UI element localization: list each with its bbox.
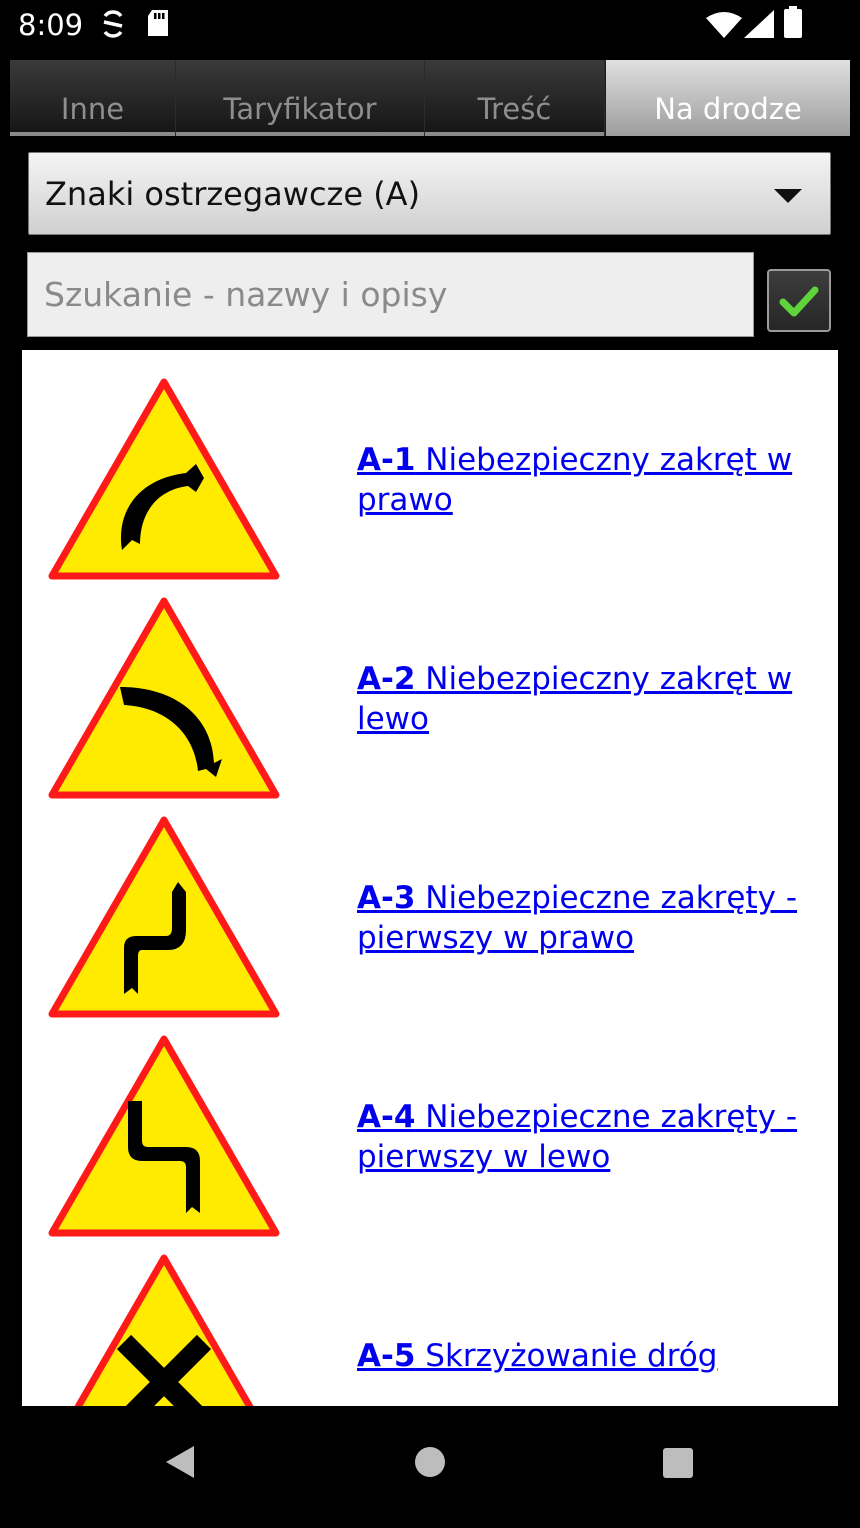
navigation-bar	[0, 1406, 860, 1528]
tab-label: Na drodze	[654, 92, 802, 126]
tab-label: Inne	[60, 92, 125, 126]
home-icon[interactable]	[414, 1446, 446, 1478]
tab-label: Taryfikator	[223, 92, 377, 126]
status-bar: 8:09	[0, 0, 860, 50]
back-icon[interactable]	[164, 1444, 196, 1480]
recents-icon[interactable]	[662, 1447, 694, 1479]
wifi-icon	[706, 12, 742, 38]
sign-link[interactable]: A-1 Niebezpieczny zakręt w prawo	[357, 440, 807, 520]
sign-link[interactable]: A-3 Niebezpieczne zakręty - pierwszy w p…	[357, 878, 807, 958]
sign-a2-left-curve-icon	[48, 597, 280, 799]
status-time: 8:09	[18, 8, 84, 42]
tab-label: Treść	[477, 92, 552, 126]
list-item: A-1 Niebezpieczny zakręt w prawo	[22, 350, 838, 580]
dropdown-arrow-icon	[774, 189, 802, 203]
tab-na-drodze[interactable]: Na drodze	[606, 60, 850, 136]
checkmark-icon	[779, 286, 819, 316]
sync-icon	[103, 10, 123, 38]
tab-taryfikator[interactable]: Taryfikator	[176, 60, 425, 136]
list-item: A-3 Niebezpieczne zakręty - pierwszy w p…	[22, 788, 838, 1018]
category-dropdown-value: Znaki ostrzegawcze (A)	[45, 175, 421, 213]
sign-link[interactable]: A-5 Skrzyżowanie dróg	[357, 1336, 807, 1376]
sign-a5-crossroads-icon	[74, 1254, 254, 1406]
sign-a1-right-curve-icon	[48, 378, 280, 580]
sign-a3-double-curve-right-icon	[48, 816, 280, 1018]
category-dropdown[interactable]: Znaki ostrzegawcze (A)	[28, 152, 831, 235]
list-item: A-5 Skrzyżowanie dróg	[22, 1226, 838, 1406]
search-input[interactable]	[27, 252, 754, 337]
search-descriptions-checkbox[interactable]	[767, 269, 831, 332]
signal-icon	[744, 10, 774, 38]
tab-bar: Inne Taryfikator Treść Na drodze	[10, 60, 850, 136]
tab-tresc[interactable]: Treść	[425, 60, 605, 136]
signs-list[interactable]: A-1 Niebezpieczny zakręt w prawo A-2 Nie…	[22, 350, 838, 1406]
battery-icon	[784, 6, 802, 38]
tab-inne[interactable]: Inne	[10, 60, 176, 136]
sign-link[interactable]: A-2 Niebezpieczny zakręt w lewo	[357, 659, 807, 739]
list-item: A-2 Niebezpieczny zakręt w lewo	[22, 569, 838, 799]
sign-a4-double-curve-left-icon	[48, 1035, 280, 1237]
list-item: A-4 Niebezpieczne zakręty - pierwszy w l…	[22, 1007, 838, 1237]
sd-card-icon	[148, 10, 168, 36]
sign-link[interactable]: A-4 Niebezpieczne zakręty - pierwszy w l…	[357, 1097, 807, 1177]
